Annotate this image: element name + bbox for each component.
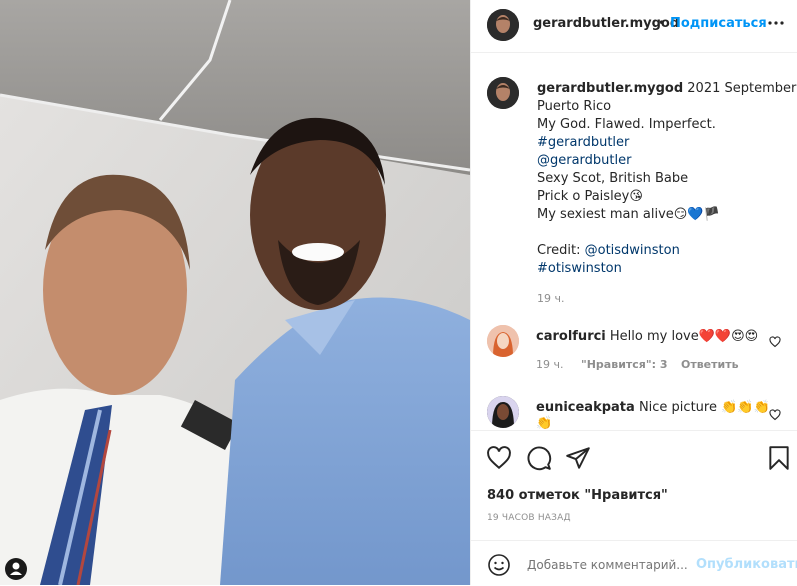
- caption-credit: Credit:: [537, 243, 585, 258]
- caption: gerardbutler.mygod 2021 September Puerto…: [537, 80, 796, 308]
- commenter-username[interactable]: euniceakpata: [536, 400, 635, 415]
- publish-button[interactable]: Опубликовать: [696, 557, 797, 572]
- caption-avatar[interactable]: [487, 77, 519, 109]
- likes-count[interactable]: 840 отметок "Нравится": [487, 488, 668, 503]
- comment-likes[interactable]: "Нравится": 3: [581, 358, 667, 371]
- commenter-avatar[interactable]: [487, 325, 519, 357]
- comment-time[interactable]: 19 ч.: [536, 358, 564, 371]
- post-time-ago[interactable]: 19 ЧАСОВ НАЗАД: [487, 513, 571, 523]
- emoji-smile-icon[interactable]: [487, 553, 511, 577]
- comment-text: Hello my love❤️❤️😍😍: [609, 329, 759, 344]
- save-bookmark-icon[interactable]: [766, 445, 792, 471]
- post-photo[interactable]: [0, 0, 470, 585]
- comment-bubble-icon[interactable]: [526, 445, 552, 471]
- caption-time[interactable]: 19 ч.: [537, 290, 787, 308]
- caption-line: My sexiest man alive😏💙🏴: [537, 207, 720, 222]
- caption-line: [537, 224, 787, 242]
- post-header: gerardbutler.mygod • Подписаться: [471, 0, 797, 53]
- hashtag-link[interactable]: #otiswinston: [537, 260, 787, 278]
- hashtag-link[interactable]: #gerardbutler: [537, 134, 787, 152]
- comment-text: Nice picture 👏👏👏: [638, 400, 770, 415]
- commenter-avatar[interactable]: [487, 396, 519, 428]
- comment-item: euniceakpata Nice picture 👏👏👏 👏: [487, 396, 787, 430]
- caption-line: 2021 September: [687, 81, 797, 96]
- mention-link[interactable]: @gerardbutler: [537, 152, 787, 170]
- caption-username[interactable]: gerardbutler.mygod: [537, 81, 683, 96]
- post-side-panel: gerardbutler.mygod • Подписаться gerardb…: [470, 0, 797, 585]
- mention-link[interactable]: @otisdwinston: [585, 243, 680, 258]
- comment-item: carolfurci Hello my love❤️❤️😍😍 19 ч. "Нр…: [487, 325, 787, 375]
- caption-line: Sexy Scot, British Babe: [537, 171, 689, 186]
- header-dot: •: [658, 16, 666, 30]
- add-comment-bar: Опубликовать: [471, 540, 797, 586]
- follow-button[interactable]: Подписаться: [670, 16, 767, 31]
- like-heart-icon[interactable]: [486, 445, 512, 471]
- comment-input[interactable]: [525, 553, 695, 577]
- commenter-username[interactable]: carolfurci: [536, 329, 606, 344]
- post-photo-image: [0, 0, 470, 585]
- user-tag-icon[interactable]: [5, 558, 27, 580]
- reply-button[interactable]: Ответить: [681, 358, 739, 371]
- comment-like-heart-icon[interactable]: [769, 333, 781, 348]
- caption-line: Prick o Paisley😘: [537, 189, 643, 204]
- author-avatar[interactable]: [487, 9, 519, 41]
- caption-line: My God. Flawed. Imperfect.: [537, 117, 716, 132]
- caption-line: Puerto Rico: [537, 99, 612, 114]
- comment-like-heart-icon[interactable]: [769, 406, 781, 421]
- comment-text-wrap: 👏: [536, 416, 553, 430]
- more-horizontal-icon[interactable]: [768, 15, 784, 33]
- share-paper-plane-icon[interactable]: [565, 445, 591, 471]
